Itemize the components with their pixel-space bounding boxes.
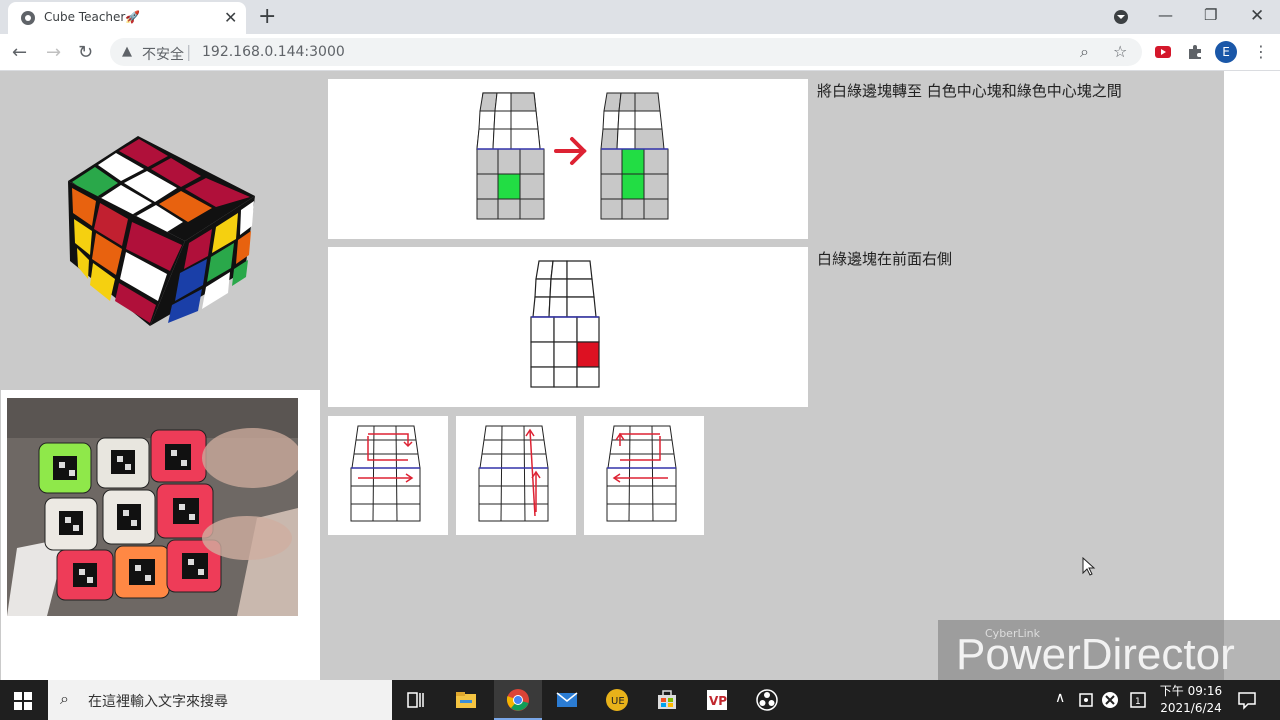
profile-avatar[interactable]: E bbox=[1215, 41, 1237, 63]
task-view-icon[interactable] bbox=[404, 688, 428, 712]
browser-toolbar: ← → ↻ ▲ 不安全 | 192.168.0.144:3000 ⌕ ☆ E ⋮ bbox=[0, 34, 1280, 71]
svg-text:VP: VP bbox=[709, 694, 727, 708]
address-separator: | bbox=[186, 42, 192, 61]
reload-icon[interactable]: ↻ bbox=[78, 42, 93, 63]
instruction-step1: 將白綠邊塊轉至 白色中心塊和綠色中心塊之間 bbox=[817, 82, 1122, 100]
url-text: 192.168.0.144:3000 bbox=[202, 44, 345, 60]
move-diagram-3[interactable] bbox=[584, 416, 704, 535]
restore-icon[interactable]: ❐ bbox=[1204, 6, 1217, 24]
cube-right bbox=[600, 92, 669, 220]
move-diagram-2[interactable] bbox=[456, 416, 576, 535]
step2-diagram bbox=[530, 260, 600, 388]
search-icon: ⌕ bbox=[60, 689, 69, 708]
left-divider bbox=[0, 390, 1, 680]
move-diagram-1[interactable] bbox=[328, 416, 448, 535]
app-ue-icon[interactable]: UE bbox=[605, 688, 629, 712]
watermark-brand-big: PowerDirector bbox=[956, 630, 1235, 679]
minimize-icon[interactable]: — bbox=[1158, 6, 1173, 24]
clock-date: 2021/6/24 bbox=[1160, 701, 1222, 715]
globe-icon bbox=[21, 11, 35, 25]
back-icon[interactable]: ← bbox=[12, 42, 27, 63]
mouse-cursor-icon bbox=[1082, 557, 1096, 576]
browser-tab-strip: Cube Teacher🚀 ✕ + — ❐ ✕ bbox=[0, 0, 1280, 34]
arrow-right-icon bbox=[554, 137, 587, 165]
chevron-down-icon[interactable] bbox=[1113, 9, 1129, 25]
cube-view-panel bbox=[0, 71, 320, 390]
address-bar[interactable]: ▲ 不安全 | 192.168.0.144:3000 ⌕ ☆ bbox=[110, 38, 1142, 66]
svg-text:UE: UE bbox=[611, 696, 625, 707]
file-explorer-icon[interactable] bbox=[454, 688, 478, 712]
page-content: 將白綠邊塊轉至 白色中心塊和綠色中心塊之間 白綠邊塊在前面右側 bbox=[0, 71, 1280, 680]
camera-feed bbox=[7, 398, 298, 616]
browser-tab[interactable]: Cube Teacher🚀 ✕ bbox=[8, 2, 246, 34]
chrome-taskbar-active[interactable] bbox=[494, 680, 542, 720]
obs-icon[interactable] bbox=[755, 688, 779, 712]
zoom-icon[interactable]: ⌕ bbox=[1080, 42, 1089, 62]
chrome-icon bbox=[506, 689, 529, 711]
instruction-step2: 白綠邊塊在前面右側 bbox=[817, 250, 953, 268]
close-window-icon[interactable]: ✕ bbox=[1250, 6, 1264, 26]
menu-icon[interactable]: ⋮ bbox=[1253, 42, 1269, 61]
tray-device-icon[interactable] bbox=[1076, 690, 1096, 710]
forward-icon[interactable]: → bbox=[46, 42, 61, 63]
extension-record-icon[interactable] bbox=[1154, 43, 1172, 61]
windows-start-icon[interactable] bbox=[14, 692, 32, 710]
notification-icon[interactable] bbox=[1236, 689, 1258, 711]
tab-title: Cube Teacher🚀 bbox=[44, 10, 141, 24]
star-icon[interactable]: ☆ bbox=[1113, 42, 1127, 61]
close-tab-icon[interactable]: ✕ bbox=[224, 8, 237, 27]
camera-image bbox=[7, 398, 298, 616]
step-diagram-panel-1 bbox=[328, 79, 808, 239]
taskbar-search-placeholder: 在這裡輸入文字來搜尋 bbox=[88, 694, 228, 710]
windows-taskbar: ⌕ 在這裡輸入文字來搜尋 UE VP ∧ 1 下午 09:16 2021/6/2… bbox=[0, 680, 1280, 720]
visual-paradigm-icon[interactable]: VP bbox=[705, 688, 729, 712]
step1-diagram bbox=[476, 92, 669, 220]
cube-3d-render bbox=[68, 136, 255, 326]
clock-time: 下午 09:16 bbox=[1159, 684, 1223, 698]
step-diagram-panel-2 bbox=[328, 247, 808, 407]
tray-chevron-up-icon[interactable]: ∧ bbox=[1055, 690, 1065, 706]
mail-icon[interactable] bbox=[555, 688, 579, 712]
new-tab-button[interactable]: + bbox=[258, 4, 276, 29]
insecure-label: 不安全 bbox=[142, 47, 184, 63]
puzzle-icon[interactable] bbox=[1186, 43, 1204, 61]
store-icon[interactable] bbox=[655, 688, 679, 712]
tray-close-circle-icon[interactable] bbox=[1100, 690, 1120, 710]
cube-left bbox=[476, 92, 545, 220]
svg-text:1: 1 bbox=[1135, 697, 1141, 707]
tray-app-icon[interactable]: 1 bbox=[1128, 690, 1148, 710]
warning-icon: ▲ bbox=[122, 44, 132, 59]
taskbar-search-box[interactable]: ⌕ 在這裡輸入文字來搜尋 bbox=[48, 680, 392, 720]
taskbar-clock[interactable]: 下午 09:16 2021/6/24 bbox=[1158, 683, 1224, 717]
